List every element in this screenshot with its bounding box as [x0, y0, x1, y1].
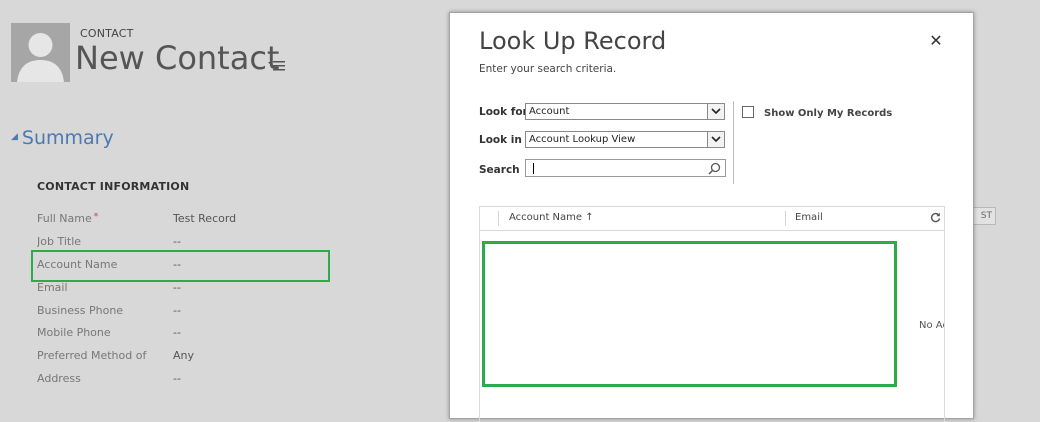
text-cursor	[533, 163, 534, 174]
section-header-label: Summary	[21, 127, 114, 149]
required-marker: *	[93, 212, 99, 222]
column-header-email[interactable]: Email	[795, 212, 823, 223]
field-value-address[interactable]: --	[173, 372, 181, 385]
field-value-email[interactable]: --	[173, 281, 181, 294]
field-label-job-title: Job Title	[37, 235, 82, 248]
dialog-subtitle: Enter your search criteria.	[479, 63, 617, 75]
avatar-icon	[17, 33, 64, 82]
contact-information-heading: CONTACT INFORMATION	[37, 180, 190, 193]
dialog-title: Look Up Record	[479, 27, 667, 55]
account-name-highlight	[31, 250, 330, 282]
close-icon: ✕	[929, 31, 943, 50]
field-value-mobile-phone[interactable]: --	[173, 326, 181, 339]
no-records-text: No Ac	[919, 320, 944, 331]
field-value-full-name[interactable]: Test Record	[173, 212, 236, 225]
field-label-full-name: Full Name *	[37, 212, 147, 225]
look-for-label: Look for	[479, 106, 528, 118]
look-in-select[interactable]: Account Lookup View	[525, 131, 725, 148]
field-label-email: Email	[37, 281, 68, 294]
close-button[interactable]: ✕	[926, 31, 946, 51]
field-label-business-phone: Business Phone	[37, 304, 124, 317]
grid-header: Account Name ↑ Email	[480, 207, 944, 231]
search-input[interactable]	[525, 159, 726, 177]
field-label-mobile-phone: Mobile Phone	[37, 326, 111, 339]
menu-icon[interactable]	[268, 58, 286, 72]
dropdown-arrow-icon[interactable]	[707, 132, 724, 147]
field-value-job-title[interactable]: --	[173, 235, 181, 248]
field-label-text: Full Name	[37, 212, 92, 225]
search-label: Search	[479, 164, 520, 176]
search-icon[interactable]	[708, 162, 721, 175]
column-separator	[785, 211, 786, 226]
page-title: New Contact	[75, 39, 280, 77]
criteria-divider	[733, 101, 734, 184]
look-for-value: Account	[529, 106, 570, 117]
show-only-my-records-label[interactable]: Show Only My Records	[764, 108, 892, 119]
field-value-business-phone[interactable]: --	[173, 304, 181, 317]
lookup-dialog: Look Up Record Enter your search criteri…	[449, 12, 974, 422]
show-only-my-records-checkbox[interactable]	[742, 106, 754, 118]
refresh-icon[interactable]	[930, 212, 941, 223]
contact-avatar	[11, 23, 70, 82]
look-for-select[interactable]: Account	[525, 103, 725, 120]
column-header-account-name[interactable]: Account Name ↑	[509, 212, 594, 223]
results-highlight	[482, 241, 897, 387]
look-in-value: Account Lookup View	[529, 134, 636, 145]
section-header-summary[interactable]: ◢ Summary	[11, 127, 114, 149]
collapse-triangle-icon: ◢	[11, 131, 18, 142]
field-label-address: Address	[37, 372, 81, 385]
dropdown-arrow-icon[interactable]	[707, 104, 724, 119]
column-separator	[498, 211, 499, 226]
field-label-preferred-method: Preferred Method of C	[37, 349, 147, 362]
field-value-preferred-method[interactable]: Any	[173, 349, 194, 362]
look-in-label: Look in	[479, 134, 522, 146]
